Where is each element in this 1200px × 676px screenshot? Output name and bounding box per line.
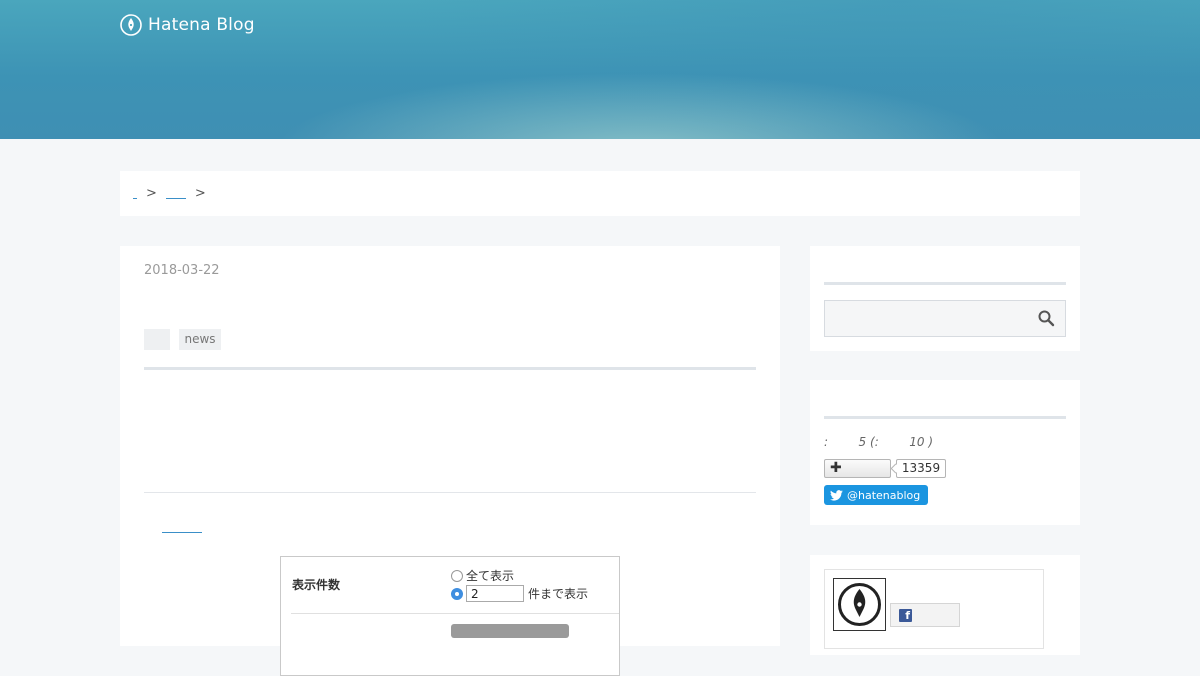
display-settings-panel: 表示件数 全て表示 件まで表示 [280, 556, 620, 676]
breadcrumb: > > [120, 171, 1080, 216]
module-title-divider [824, 416, 1066, 419]
sidebar-profile-module: f [810, 555, 1080, 655]
module-title-divider [824, 282, 1066, 285]
display-count-label: 表示件数 [292, 578, 341, 592]
settings-submit-button[interactable] [451, 624, 569, 638]
hatena-blog-logo[interactable]: Hatena Blog [120, 12, 255, 38]
twitter-handle: @hatenablog [847, 488, 921, 502]
pen-nib-icon [838, 583, 881, 626]
entry-tag-news[interactable]: news [179, 329, 221, 350]
entry-link[interactable] [162, 522, 202, 533]
facebook-share-button[interactable]: f [890, 603, 960, 627]
entry-body-divider [144, 492, 756, 493]
settings-divider [291, 613, 619, 614]
sidebar-readers-module: : 5 (: 10 ) ✚ 13359 @hatenablog [810, 380, 1080, 525]
twitter-follow-button[interactable]: @hatenablog [824, 485, 929, 505]
entry-tag[interactable] [144, 329, 170, 350]
radio-limit-count[interactable] [451, 587, 463, 600]
radio-show-all[interactable] [451, 569, 463, 582]
breadcrumb-link-category[interactable] [165, 188, 186, 199]
follower-count[interactable]: 13359 [896, 459, 946, 478]
option-show-all-row[interactable]: 全て表示 [451, 567, 514, 584]
search-icon[interactable] [1037, 309, 1055, 327]
breadcrumb-separator: > [146, 186, 157, 201]
twitter-bird-icon [830, 489, 843, 501]
option-show-all-label: 全て表示 [466, 569, 515, 583]
search-input[interactable] [824, 300, 1066, 337]
entry-title-divider [144, 367, 756, 370]
sidebar-search-module [810, 246, 1080, 351]
follow-button[interactable]: ✚ [824, 459, 891, 478]
avatar[interactable] [833, 578, 886, 631]
option-limit-row[interactable]: 件まで表示 [451, 585, 588, 602]
count-suffix-label: 件まで表示 [528, 587, 589, 601]
logo-text: Hatena Blog [148, 15, 255, 35]
breadcrumb-link-home[interactable] [133, 188, 137, 199]
breadcrumb-separator: > [194, 186, 206, 201]
entry-content: 2018-03-22 news 表示件数 全て表示 件まで表示 [120, 246, 780, 676]
profile-card: f [824, 569, 1044, 649]
facebook-icon: f [899, 609, 912, 622]
readers-count-text: : 5 (: 10 ) [824, 435, 934, 449]
plus-icon: ✚ [830, 460, 842, 476]
count-input[interactable] [466, 585, 524, 602]
pen-nib-icon [120, 14, 142, 36]
blog-header: Hatena Blog [0, 0, 1200, 139]
entry-date[interactable]: 2018-03-22 [144, 263, 220, 278]
